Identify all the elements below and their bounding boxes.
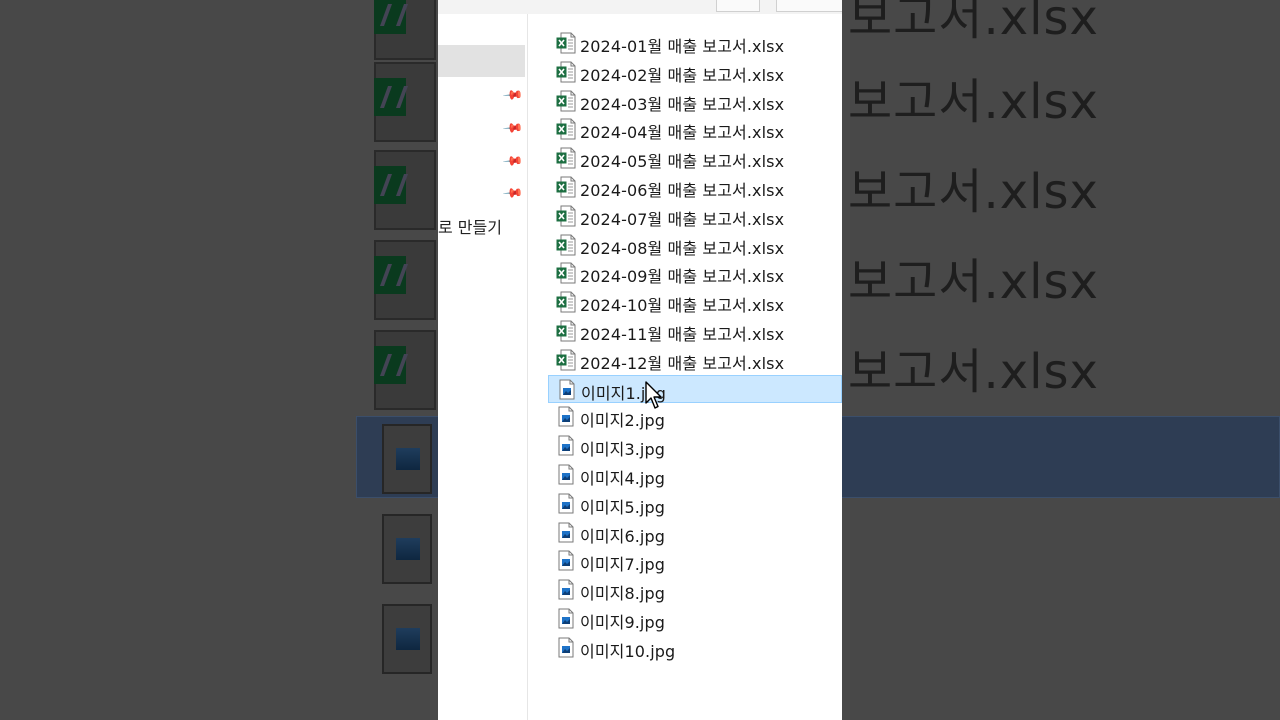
file-name: 2024-06월 매출 보고서.xlsx xyxy=(580,181,785,200)
toolbar-strip xyxy=(438,0,842,14)
nav-item-create-label[interactable]: 로 만들기 xyxy=(438,214,502,238)
file-name: 2024-09월 매출 보고서.xlsx xyxy=(580,267,785,287)
file-row[interactable]: 2024-06월 매출 보고서.xlsx xyxy=(548,173,842,201)
pin-icon: 📌 xyxy=(501,117,524,140)
background-zoom-text: 보고서.xlsx xyxy=(848,74,1099,130)
pin-icon: 📌 xyxy=(501,84,524,107)
file-row[interactable]: 이미지10.jpg xyxy=(548,634,842,662)
file-row[interactable]: 이미지3.jpg xyxy=(548,432,842,460)
file-row[interactable]: 이미지8.jpg xyxy=(548,576,842,604)
file-name: 이미지5.jpg xyxy=(580,497,665,517)
background-excel-icon xyxy=(374,240,436,320)
file-name: 이미지2.jpg xyxy=(580,411,665,431)
file-name: 이미지6.jpg xyxy=(580,526,665,546)
file-row[interactable]: 2024-08월 매출 보고서.xlsx xyxy=(548,231,842,259)
file-name: 2024-10월 매출 보고서.xlsx xyxy=(580,296,785,316)
background-image-icon xyxy=(382,424,432,494)
background-excel-icon xyxy=(374,0,436,60)
background-image-icon xyxy=(382,604,432,674)
background-image-icon xyxy=(382,514,432,584)
file-name: 2024-04월 매출 보고서.xlsx xyxy=(580,123,785,143)
file-name: 이미지4.jpg xyxy=(580,469,665,488)
background-zoom-text: 보고서.xlsx xyxy=(848,0,1099,46)
file-name: 이미지10.jpg xyxy=(580,641,676,661)
file-row[interactable]: 2024-02월 매출 보고서.xlsx xyxy=(548,58,842,86)
background-excel-icon xyxy=(374,330,436,410)
navigation-pane: 📌 📌 📌 📌 로 만들기 xyxy=(438,14,528,720)
search-box[interactable] xyxy=(776,0,842,12)
file-name: 2024-07월 매출 보고서.xlsx xyxy=(580,209,785,229)
file-row[interactable]: 2024-11월 매출 보고서.xlsx xyxy=(548,317,842,345)
file-name: 이미지1.jpg xyxy=(581,383,666,403)
background-excel-icon xyxy=(374,150,436,230)
file-row[interactable]: 2024-12월 매출 보고서.xlsx xyxy=(548,346,842,374)
background-zoom-text: 보고서.xlsx xyxy=(848,164,1099,220)
file-row[interactable]: 2024-04월 매출 보고서.xlsx xyxy=(548,115,842,143)
file-row[interactable]: 2024-03월 매출 보고서.xlsx xyxy=(548,87,842,115)
file-row[interactable]: 이미지9.jpg xyxy=(548,605,842,633)
file-name: 2024-12월 매출 보고서.xlsx xyxy=(580,353,785,373)
file-row[interactable]: 2024-01월 매출 보고서.xlsx xyxy=(548,29,842,57)
file-name: 2024-05월 매출 보고서.xlsx xyxy=(580,152,785,172)
background-zoom-text: 보고서.xlsx xyxy=(848,254,1099,310)
refresh-button[interactable] xyxy=(716,0,760,12)
file-row[interactable]: 이미지5.jpg xyxy=(548,490,842,518)
file-row[interactable]: 이미지4.jpg xyxy=(548,461,842,489)
file-row[interactable]: 2024-09월 매출 보고서.xlsx xyxy=(548,259,842,287)
file-name: 이미지7.jpg xyxy=(580,555,665,575)
nav-item-selected[interactable] xyxy=(438,45,525,77)
file-name: 2024-03월 매출 보고서.xlsx xyxy=(580,94,785,114)
file-explorer-window: 📌 📌 📌 📌 로 만들기 2024-01월 매출 보고서.xlsx 2024-0… xyxy=(438,0,842,720)
file-name: 2024-08월 매출 보고서.xlsx xyxy=(580,238,785,258)
background-zoom-text: 보고서.xlsx xyxy=(848,344,1099,400)
file-row[interactable]: 2024-07월 매출 보고서.xlsx xyxy=(548,202,842,230)
pin-icon: 📌 xyxy=(501,150,524,173)
background-excel-icon xyxy=(374,62,436,142)
file-name: 2024-02월 매출 보고서.xlsx xyxy=(580,65,785,85)
file-name: 이미지3.jpg xyxy=(580,440,665,460)
file-row[interactable]: 이미지2.jpg xyxy=(548,403,842,431)
file-row[interactable]: 이미지6.jpg xyxy=(548,519,842,547)
pin-icon: 📌 xyxy=(501,182,524,205)
file-name: 이미지8.jpg xyxy=(580,584,665,604)
file-row[interactable]: 이미지7.jpg xyxy=(548,547,842,575)
file-row[interactable]: 2024-05월 매출 보고서.xlsx xyxy=(548,144,842,172)
file-name: 2024-01월 매출 보고서.xlsx xyxy=(580,37,785,56)
file-name: 이미지9.jpg xyxy=(580,613,665,632)
file-row[interactable]: 2024-10월 매출 보고서.xlsx xyxy=(548,288,842,316)
file-row[interactable]: 이미지1.jpg xyxy=(548,374,842,403)
file-name: 2024-11월 매출 보고서.xlsx xyxy=(580,325,785,344)
